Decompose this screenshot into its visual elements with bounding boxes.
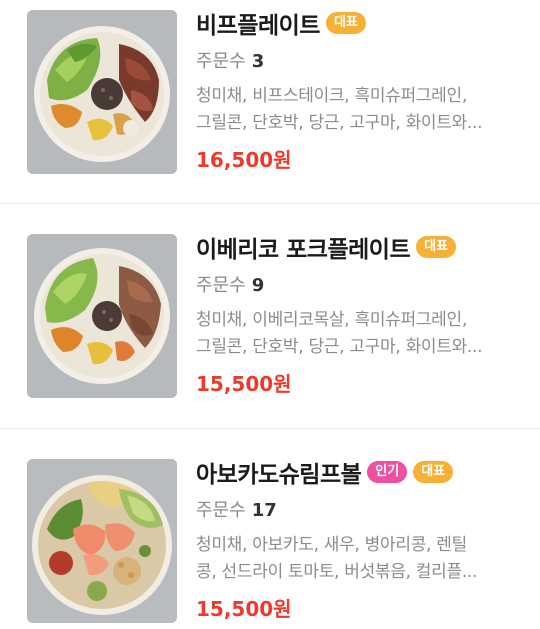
title-row: 비프플레이트 대표 <box>196 6 524 40</box>
avocado-shrimp-bowl-image <box>27 459 177 623</box>
order-count-label: 주문수 <box>196 51 246 72</box>
menu-item-title: 비프플레이트 <box>196 13 320 39</box>
title-row: 아보카도슈림프볼 인기 대표 <box>196 455 524 489</box>
order-count: 주문수 9 <box>196 273 524 299</box>
menu-item-description: 청미채, 비프스테이크, 흑미슈퍼그레인, 그릴콘, 단호박, 당근, 고구마,… <box>196 83 522 137</box>
menu-item-title: 아보카도슈림프볼 <box>196 462 362 488</box>
menu-item-price: 16,500원 <box>196 148 292 172</box>
order-count-label: 주문수 <box>196 500 246 521</box>
title-row: 이베리코 포크플레이트 대표 <box>196 230 524 264</box>
badge-representative: 대표 <box>416 236 457 258</box>
description-line-2: 콩, 선드라이 토마토, 버섯볶음, 컬리플... <box>196 562 478 582</box>
description-line-1: 청미채, 비프스테이크, 흑미슈퍼그레인, <box>196 86 467 106</box>
menu-item-price: 15,500원 <box>196 597 292 621</box>
order-count-value: 17 <box>251 500 277 521</box>
order-count: 주문수 17 <box>196 498 524 524</box>
menu-item-image[interactable] <box>27 234 177 398</box>
menu-item-iberico-pork-plate[interactable]: 이베리코 포크플레이트 대표 주문수 9 청미채, 이베리코목살, 흑미슈퍼그레인… <box>0 204 540 429</box>
description-line-2: 그릴콘, 단호박, 당근, 고구마, 화이트와... <box>196 337 483 357</box>
menu-item-info: 아보카도슈림프볼 인기 대표 주문수 17 청미채, 아보카도, 새우, 병아리콩… <box>196 455 524 623</box>
order-count-value: 3 <box>251 51 265 72</box>
menu-item-avocado-shrimp-bowl[interactable]: 아보카도슈림프볼 인기 대표 주문수 17 청미채, 아보카도, 새우, 병아리콩… <box>0 429 540 629</box>
badge-representative: 대표 <box>413 461 454 483</box>
menu-item-info: 비프플레이트 대표 주문수 3 청미채, 비프스테이크, 흑미슈퍼그레인, 그릴콘… <box>196 6 524 174</box>
menu-item-image[interactable] <box>27 10 177 174</box>
pork-salad-bowl-image <box>27 234 177 398</box>
description-line-2: 그릴콘, 단호박, 당근, 고구마, 화이트와... <box>196 113 483 133</box>
order-count: 주문수 3 <box>196 49 524 75</box>
badge-representative: 대표 <box>325 12 366 34</box>
description-line-1: 청미채, 아보카도, 새우, 병아리콩, 렌틸 <box>196 535 467 555</box>
menu-item-description: 청미채, 아보카도, 새우, 병아리콩, 렌틸 콩, 선드라이 토마토, 버섯볶… <box>196 532 522 586</box>
menu-item-description: 청미채, 이베리코목살, 흑미슈퍼그레인, 그릴콘, 단호박, 당근, 고구마,… <box>196 307 522 361</box>
menu-item-info: 이베리코 포크플레이트 대표 주문수 9 청미채, 이베리코목살, 흑미슈퍼그레인… <box>196 230 524 398</box>
order-count-label: 주문수 <box>196 275 246 296</box>
menu-item-image[interactable] <box>27 459 177 623</box>
order-count-value: 9 <box>251 275 265 296</box>
beef-salad-bowl-image <box>27 10 177 174</box>
menu-item-price: 15,500원 <box>196 372 292 396</box>
description-line-1: 청미채, 이베리코목살, 흑미슈퍼그레인, <box>196 310 467 330</box>
menu-item-title: 이베리코 포크플레이트 <box>196 237 411 263</box>
badge-popular: 인기 <box>367 461 408 483</box>
menu-item-beef-plate[interactable]: 비프플레이트 대표 주문수 3 청미채, 비프스테이크, 흑미슈퍼그레인, 그릴콘… <box>0 0 540 204</box>
